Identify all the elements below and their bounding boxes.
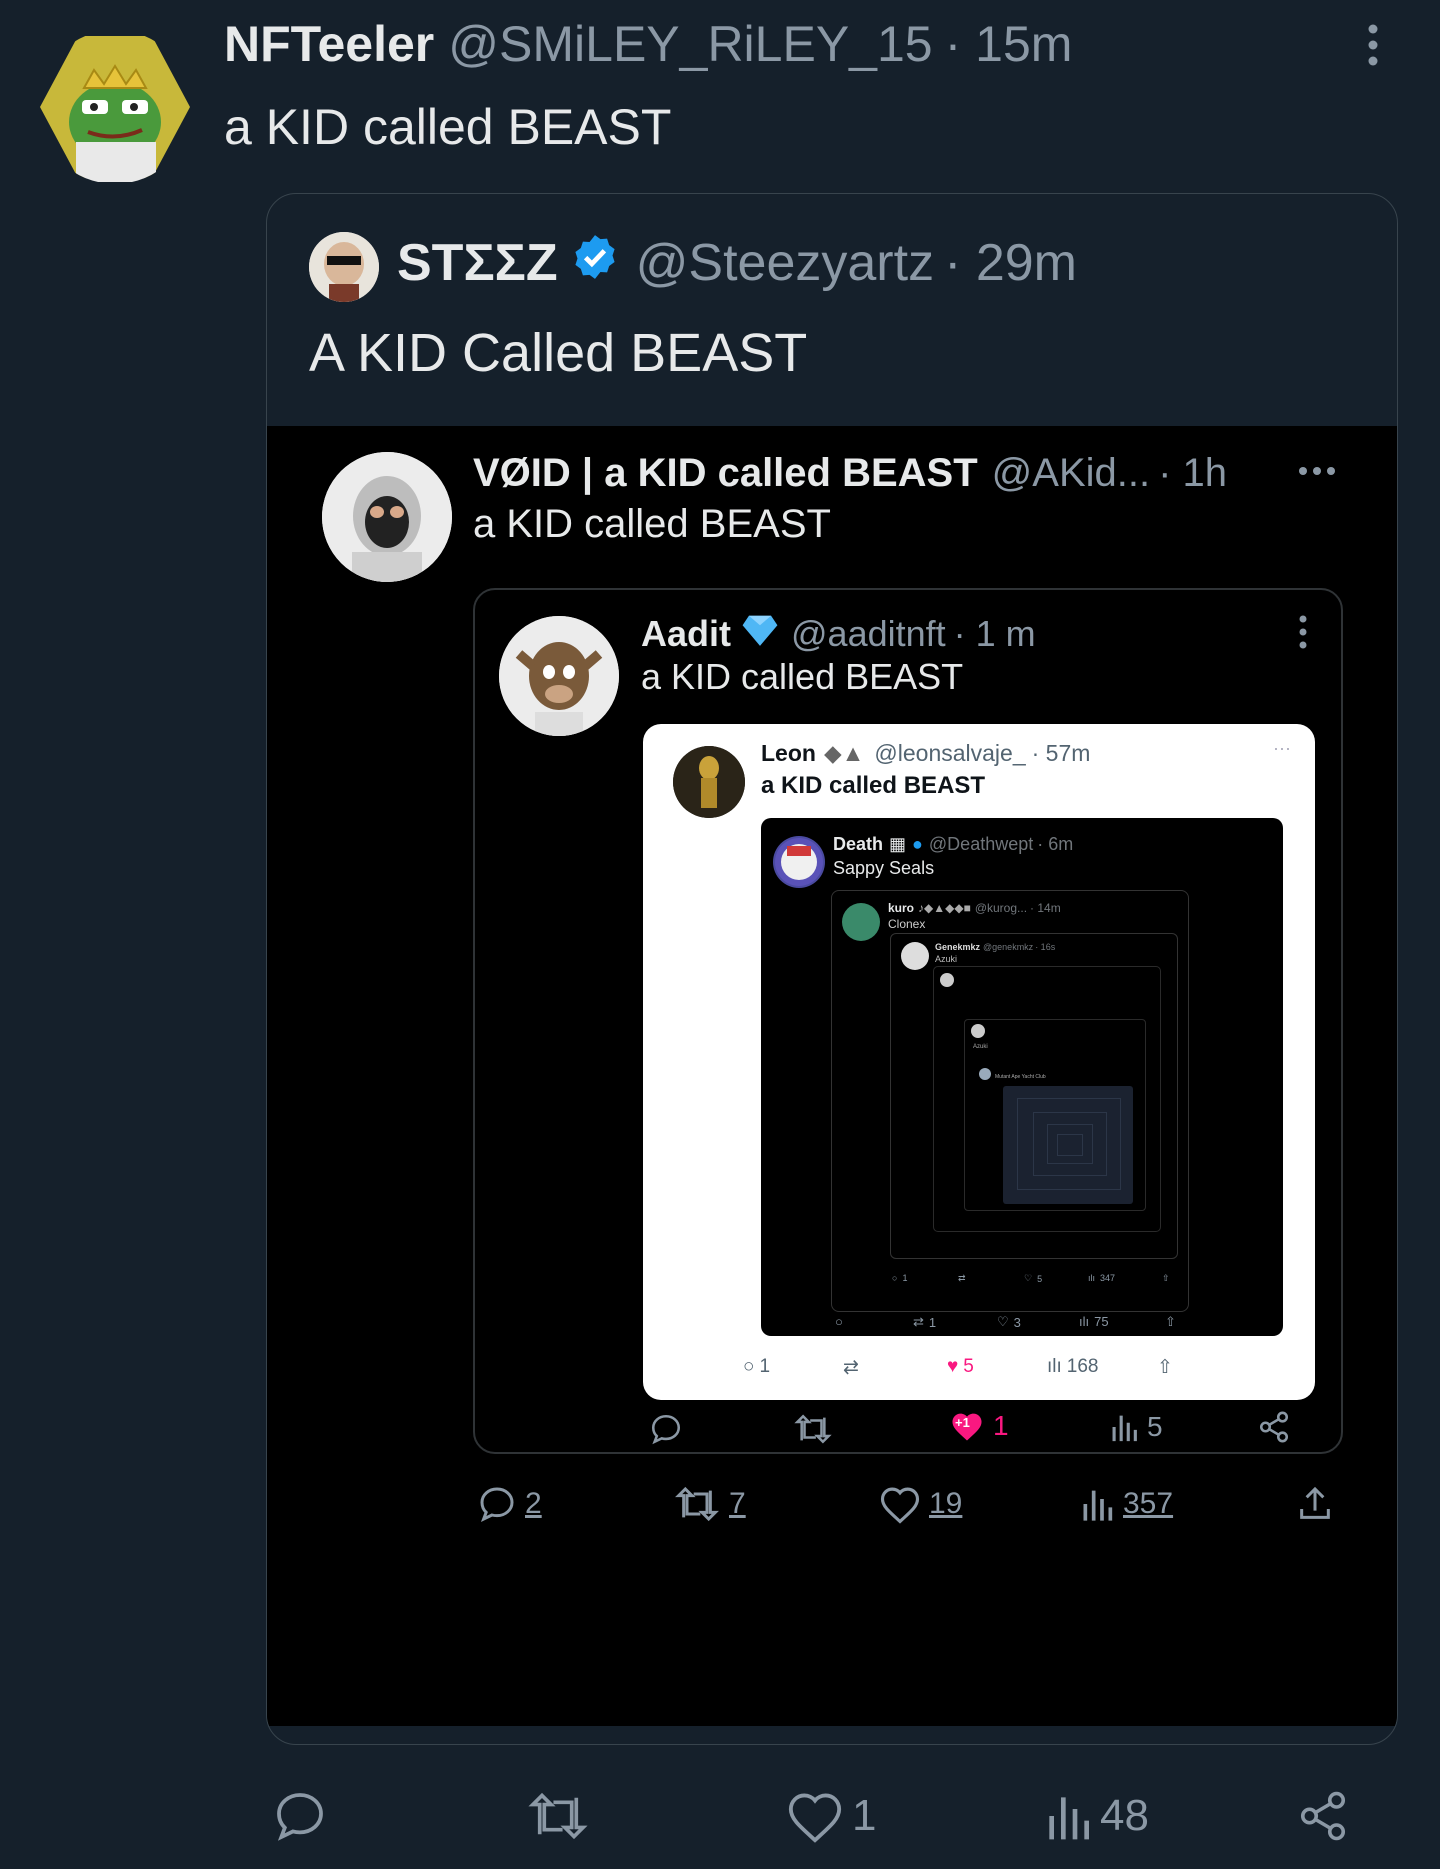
views-icon: ılı 168 bbox=[1047, 1356, 1099, 1377]
tweet-text: a KID called BEAST bbox=[224, 99, 672, 155]
quoted-tweet: Leon ◆▲ @leonsalvaje_ · 57m ··· a KID ca… bbox=[643, 724, 1315, 1400]
reply-button bbox=[649, 1412, 683, 1446]
timestamp: · 6m bbox=[1037, 833, 1074, 854]
display-name: Leon bbox=[761, 739, 816, 766]
tweet-text: Azuki bbox=[935, 954, 958, 964]
display-name[interactable]: STΣΣZ bbox=[397, 233, 558, 293]
display-name: kuro bbox=[888, 901, 915, 915]
diamond-icon bbox=[741, 611, 779, 658]
handle[interactable]: @SMiLEY_RiLEY_15 bbox=[448, 15, 932, 73]
retweet-button bbox=[793, 1412, 833, 1446]
views-button[interactable]: 48 bbox=[1044, 1788, 1149, 1844]
quoted-tweet: Death ▦ ● @Deathwept · 6m Sappy Seals ku… bbox=[761, 818, 1283, 1336]
tweet-text: a KID called BEAST bbox=[761, 772, 986, 799]
like-button[interactable]: 1 bbox=[786, 1788, 876, 1844]
tweet-text: Azuki bbox=[973, 1044, 988, 1050]
retweet-button[interactable] bbox=[526, 1788, 598, 1844]
emoji-icons: ▦ bbox=[889, 833, 907, 854]
like-count: 1 bbox=[852, 1791, 877, 1840]
avatar bbox=[971, 1024, 985, 1038]
like-button: 19 bbox=[879, 1484, 962, 1524]
views-icon: ılı 347 bbox=[1088, 1273, 1116, 1283]
more-icon bbox=[1297, 614, 1309, 655]
tweet-text: A KID Called BEAST bbox=[309, 323, 808, 383]
display-name[interactable]: NFTeeler bbox=[224, 15, 434, 73]
timestamp: · 16s bbox=[1035, 942, 1056, 952]
share-icon bbox=[1257, 1410, 1291, 1444]
display-name: Death bbox=[833, 833, 884, 854]
share-icon: ⇧ bbox=[1157, 1357, 1173, 1378]
avatar bbox=[673, 746, 745, 818]
reply-button[interactable] bbox=[272, 1788, 336, 1844]
handle: @leonsalvaje_ bbox=[874, 739, 1026, 766]
timestamp: · 57m bbox=[1031, 739, 1091, 766]
reply-button: ○ 1 bbox=[892, 1273, 908, 1283]
timestamp[interactable]: · 29m bbox=[944, 233, 1077, 293]
avatar bbox=[773, 836, 825, 888]
views-count: 48 bbox=[1100, 1791, 1149, 1840]
tweet-text: Sappy Seals bbox=[833, 858, 935, 878]
avatar bbox=[901, 942, 929, 970]
views-icon: ılı 75 bbox=[1079, 1314, 1109, 1329]
handle: @AKid... bbox=[991, 450, 1151, 495]
timestamp[interactable]: · 15m bbox=[945, 15, 1073, 73]
avatar bbox=[940, 973, 954, 987]
attached-image[interactable]: VØID | a KID called BEAST @AKid... · 1h … bbox=[267, 426, 1397, 1726]
share-icon: ⇧ bbox=[1165, 1314, 1176, 1329]
share-button[interactable] bbox=[1296, 1788, 1350, 1844]
quoted-tweet[interactable]: STΣΣZ @Steezyartz · 29m A KID Called BEA… bbox=[266, 193, 1398, 1745]
retweet-button: ⇄ bbox=[958, 1273, 966, 1283]
quoted-tweet: Aadit @aaditnft · 1 m a KID called BEAST… bbox=[473, 588, 1343, 1454]
avatar bbox=[979, 1068, 991, 1080]
handle: @Deathwept bbox=[928, 833, 1034, 854]
avatar bbox=[322, 452, 452, 582]
display-name: Genekmkz bbox=[935, 942, 981, 952]
tweet-text: a KID called BEAST bbox=[473, 502, 831, 546]
quoted-tweet: Genekmkz @genekmkz · 16s Azuki Azuki Mut… bbox=[890, 933, 1178, 1259]
timestamp: · 1 m bbox=[953, 613, 1036, 654]
verified-icon bbox=[570, 232, 620, 295]
views-icon: 357 bbox=[1079, 1484, 1173, 1524]
handle: @kurog... bbox=[974, 901, 1028, 915]
share-icon bbox=[1295, 1484, 1335, 1524]
timestamp: · 14m bbox=[1030, 901, 1061, 915]
quoted-tweet: Azuki Mutant Ape Yacht Club bbox=[964, 1019, 1146, 1211]
reply-button: ○ bbox=[835, 1314, 843, 1329]
tweet-text: Mutant Ape Yacht Club bbox=[995, 1074, 1046, 1080]
retweet-button: ⇄ bbox=[843, 1357, 859, 1378]
tweet-text: Clonex bbox=[888, 917, 926, 931]
avatar[interactable] bbox=[309, 232, 379, 302]
more-icon bbox=[1297, 464, 1337, 483]
timestamp: · 1h bbox=[1158, 450, 1228, 495]
nested-tweet-chain bbox=[1003, 1086, 1133, 1204]
more-icon[interactable] bbox=[1360, 22, 1386, 68]
avatar bbox=[499, 616, 619, 736]
reply-button: ○ 1 bbox=[743, 1356, 771, 1377]
reply-button: 2 bbox=[477, 1484, 542, 1524]
like-button: ♡ 5 bbox=[1024, 1273, 1043, 1284]
like-button: ♡ 3 bbox=[997, 1314, 1021, 1330]
quoted-tweet: Azuki Mutant Ape Yacht Club bbox=[933, 966, 1161, 1232]
like-button: +1 1 bbox=[949, 1410, 1009, 1442]
share-icon: ⇧ bbox=[1162, 1273, 1170, 1283]
emoji-icons: ◆▲ bbox=[823, 739, 865, 766]
quoted-tweet: kuro ♪◆▲◆◆■ @kurog... · 14m Clonex Genek… bbox=[831, 890, 1189, 1312]
display-name: Aadit bbox=[641, 613, 731, 654]
retweet-button: ⇄ 1 bbox=[913, 1314, 937, 1330]
handle: @aaditnft bbox=[791, 613, 946, 654]
retweet-button: 7 bbox=[673, 1484, 746, 1524]
display-name: VØID | a KID called BEAST bbox=[473, 450, 978, 495]
tweet-text: a KID called BEAST bbox=[641, 656, 964, 697]
handle: @genekmkz bbox=[983, 942, 1034, 952]
more-icon: ··· bbox=[1273, 738, 1291, 758]
avatar bbox=[842, 903, 880, 941]
avatar[interactable] bbox=[38, 30, 192, 184]
like-button: ♥ 5 bbox=[947, 1356, 974, 1377]
handle[interactable]: @Steezyartz bbox=[636, 233, 934, 293]
views-icon: 5 bbox=[1109, 1410, 1163, 1444]
verified-icon: ● bbox=[912, 833, 923, 854]
emoji-icons: ♪◆▲◆◆■ bbox=[918, 901, 971, 915]
